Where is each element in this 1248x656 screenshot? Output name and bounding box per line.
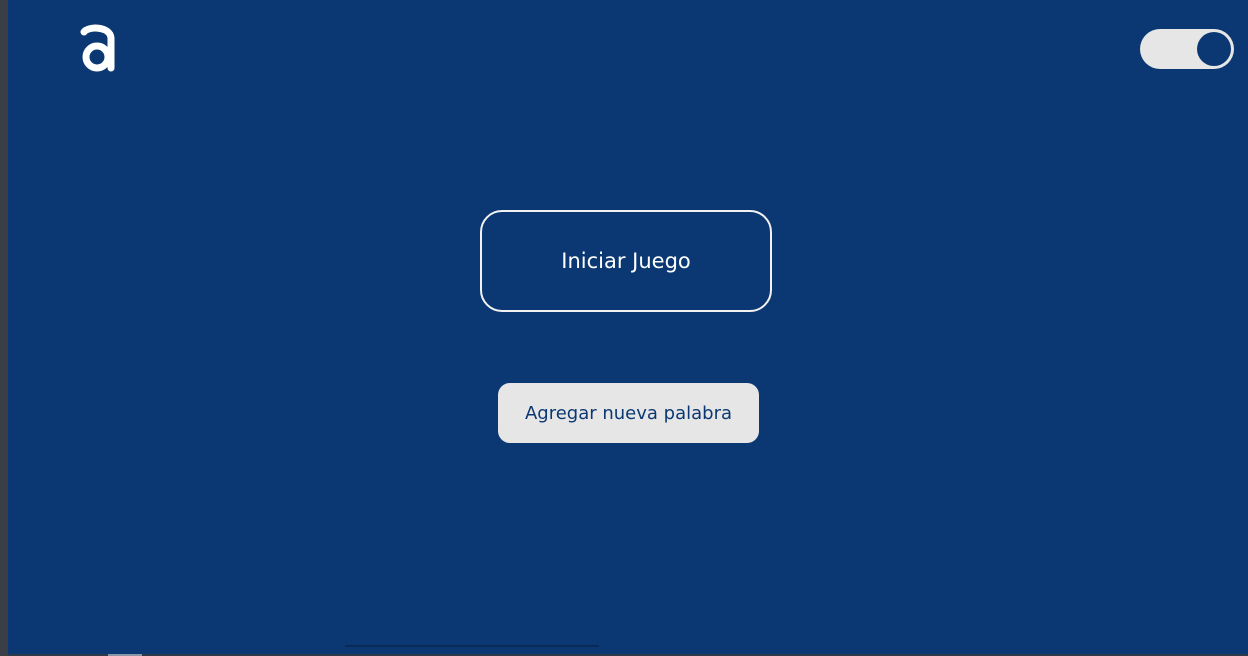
add-new-word-button[interactable]: Agregar nueva palabra xyxy=(498,383,759,443)
toggle-knob xyxy=(1197,32,1231,66)
app-container: Iniciar Juego Agregar nueva palabra xyxy=(8,0,1248,656)
window-left-edge xyxy=(0,0,8,656)
start-game-button[interactable]: Iniciar Juego xyxy=(480,210,772,312)
bottom-divider xyxy=(345,645,599,647)
theme-toggle-switch[interactable] xyxy=(1140,29,1234,69)
letter-a-logo-icon xyxy=(80,22,120,76)
